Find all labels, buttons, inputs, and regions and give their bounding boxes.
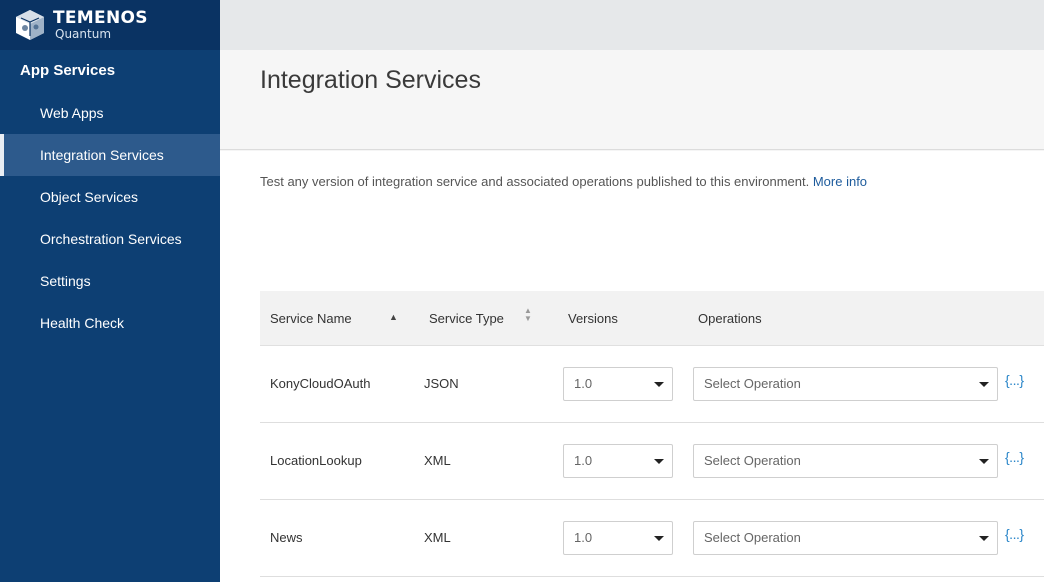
main-content: Test any version of integration service … bbox=[220, 151, 1044, 582]
sidebar-item-object-services[interactable]: Object Services bbox=[0, 176, 220, 218]
sidebar-item-health-check[interactable]: Health Check bbox=[0, 302, 220, 344]
chevron-down-icon bbox=[979, 459, 989, 464]
operation-select[interactable]: Select Operation bbox=[693, 444, 998, 478]
logo[interactable]: TEMENOS Quantum bbox=[0, 0, 220, 50]
logo-title: TEMENOS bbox=[53, 8, 148, 28]
sidebar-item-settings[interactable]: Settings bbox=[0, 260, 220, 302]
sidebar: TEMENOS Quantum App Services Web Apps In… bbox=[0, 0, 220, 582]
chevron-down-icon bbox=[654, 459, 664, 464]
operation-placeholder: Select Operation bbox=[704, 453, 801, 468]
service-type-cell: XML bbox=[424, 530, 451, 545]
temenos-logo-icon bbox=[16, 10, 44, 40]
service-name-cell: KonyCloudOAuth bbox=[270, 376, 371, 391]
chevron-down-icon bbox=[979, 382, 989, 387]
column-header-service-type[interactable]: Service Type bbox=[429, 291, 504, 346]
sort-ascending-icon[interactable]: ▲ bbox=[389, 312, 398, 322]
top-bar bbox=[220, 0, 1044, 50]
service-name-cell: News bbox=[270, 530, 303, 545]
version-value: 1.0 bbox=[574, 530, 593, 545]
service-name-cell: LocationLookup bbox=[270, 453, 362, 468]
sort-unsorted-icon[interactable]: ▲ ▼ bbox=[524, 307, 532, 323]
description-text: Test any version of integration service … bbox=[260, 174, 810, 189]
table-header: Service Name ▲ Service Type ▲ ▼ Versions … bbox=[260, 291, 1044, 346]
column-header-versions: Versions bbox=[568, 311, 618, 326]
version-value: 1.0 bbox=[574, 453, 593, 468]
version-value: 1.0 bbox=[574, 376, 593, 391]
table-row: News XML 1.0 Select Operation {...} bbox=[260, 500, 1044, 577]
chevron-down-icon bbox=[654, 536, 664, 541]
services-table: Service Name ▲ Service Type ▲ ▼ Versions … bbox=[260, 291, 1044, 577]
operation-placeholder: Select Operation bbox=[704, 376, 801, 391]
chevron-down-icon bbox=[979, 536, 989, 541]
json-braces-icon[interactable]: {...} bbox=[1005, 449, 1024, 465]
page-header: Integration Services bbox=[220, 50, 1044, 150]
sidebar-item-web-apps[interactable]: Web Apps bbox=[0, 92, 220, 134]
operation-select[interactable]: Select Operation bbox=[693, 367, 998, 401]
nav-heading-app-services[interactable]: App Services bbox=[0, 50, 220, 92]
operation-placeholder: Select Operation bbox=[704, 530, 801, 545]
version-select[interactable]: 1.0 bbox=[563, 444, 673, 478]
page-description: Test any version of integration service … bbox=[260, 174, 867, 189]
column-header-operations: Operations bbox=[698, 311, 762, 326]
sidebar-item-integration-services[interactable]: Integration Services bbox=[0, 134, 220, 176]
page-title: Integration Services bbox=[260, 66, 481, 94]
json-braces-icon[interactable]: {...} bbox=[1005, 372, 1024, 388]
table-row: LocationLookup XML 1.0 Select Operation … bbox=[260, 423, 1044, 500]
logo-subtitle: Quantum bbox=[55, 27, 112, 41]
chevron-down-icon bbox=[654, 382, 664, 387]
sidebar-item-orchestration-services[interactable]: Orchestration Services bbox=[0, 218, 220, 260]
more-info-link[interactable]: More info bbox=[813, 174, 867, 189]
version-select[interactable]: 1.0 bbox=[563, 367, 673, 401]
table-row: KonyCloudOAuth JSON 1.0 Select Operation… bbox=[260, 346, 1044, 423]
json-braces-icon[interactable]: {...} bbox=[1005, 526, 1024, 542]
service-type-cell: JSON bbox=[424, 376, 459, 391]
service-type-cell: XML bbox=[424, 453, 451, 468]
operation-select[interactable]: Select Operation bbox=[693, 521, 998, 555]
version-select[interactable]: 1.0 bbox=[563, 521, 673, 555]
column-header-service-name[interactable]: Service Name bbox=[270, 291, 352, 346]
